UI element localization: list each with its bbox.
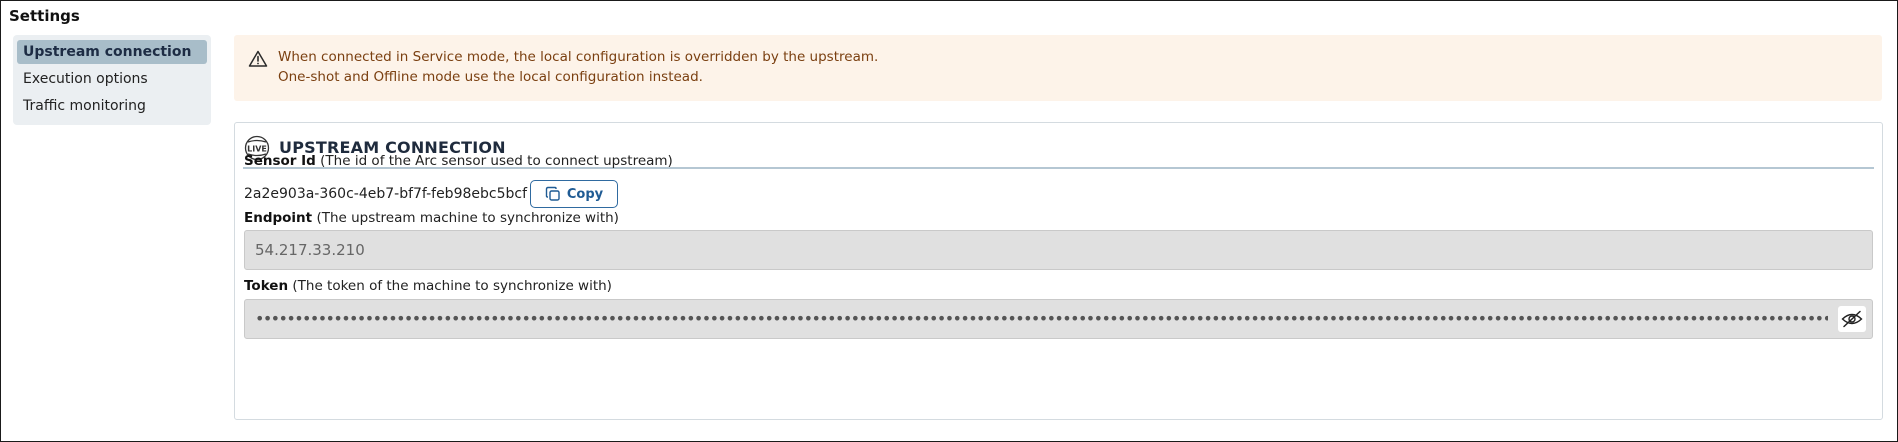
sensor-id-hint: (The id of the Arc sensor used to connec… <box>320 153 673 169</box>
warning-line-2: One-shot and Offline mode use the local … <box>278 69 703 85</box>
sensor-id-row: 2a2e903a-360c-4eb7-bf7f-feb98ebc5bcf Cop… <box>244 180 618 208</box>
endpoint-label-row: Endpoint (The upstream machine to synchr… <box>244 210 619 226</box>
copy-button[interactable]: Copy <box>530 180 618 208</box>
token-field[interactable]: ••••••••••••••••••••••••••••••••••••••••… <box>244 299 1873 339</box>
upstream-connection-panel: LIVE UPSTREAM CONNECTION Sensor Id (The … <box>234 122 1883 420</box>
sidebar: Upstream connection Execution options Tr… <box>13 35 211 125</box>
sidebar-item-upstream-connection[interactable]: Upstream connection <box>17 40 207 64</box>
warning-triangle-icon <box>248 50 268 67</box>
sensor-id-label-row: Sensor Id (The id of the Arc sensor used… <box>244 153 673 169</box>
sidebar-item-traffic-monitoring[interactable]: Traffic monitoring <box>17 94 207 118</box>
copy-button-label: Copy <box>566 186 604 202</box>
token-label: Token <box>244 278 289 294</box>
page-title: Settings <box>9 7 80 25</box>
token-hint: (The token of the machine to synchronize… <box>292 278 612 294</box>
token-masked-value: ••••••••••••••••••••••••••••••••••••••••… <box>255 309 1828 328</box>
sensor-id-value: 2a2e903a-360c-4eb7-bf7f-feb98ebc5bcf <box>244 186 527 202</box>
endpoint-value: 54.217.33.210 <box>255 241 365 259</box>
sidebar-item-execution-options[interactable]: Execution options <box>17 67 207 91</box>
eye-slash-icon <box>1841 310 1863 328</box>
sensor-id-label: Sensor Id <box>244 153 316 169</box>
endpoint-label: Endpoint <box>244 210 313 226</box>
settings-window: Settings Upstream connection Execution o… <box>0 0 1898 442</box>
endpoint-hint: (The upstream machine to synchronize wit… <box>316 210 619 226</box>
copy-icon <box>545 186 560 201</box>
warning-banner: When connected in Service mode, the loca… <box>234 35 1882 101</box>
token-label-row: Token (The token of the machine to synch… <box>244 278 612 294</box>
endpoint-field[interactable]: 54.217.33.210 <box>244 230 1873 270</box>
warning-line-1: When connected in Service mode, the loca… <box>278 49 879 65</box>
toggle-visibility-button[interactable] <box>1838 306 1866 332</box>
